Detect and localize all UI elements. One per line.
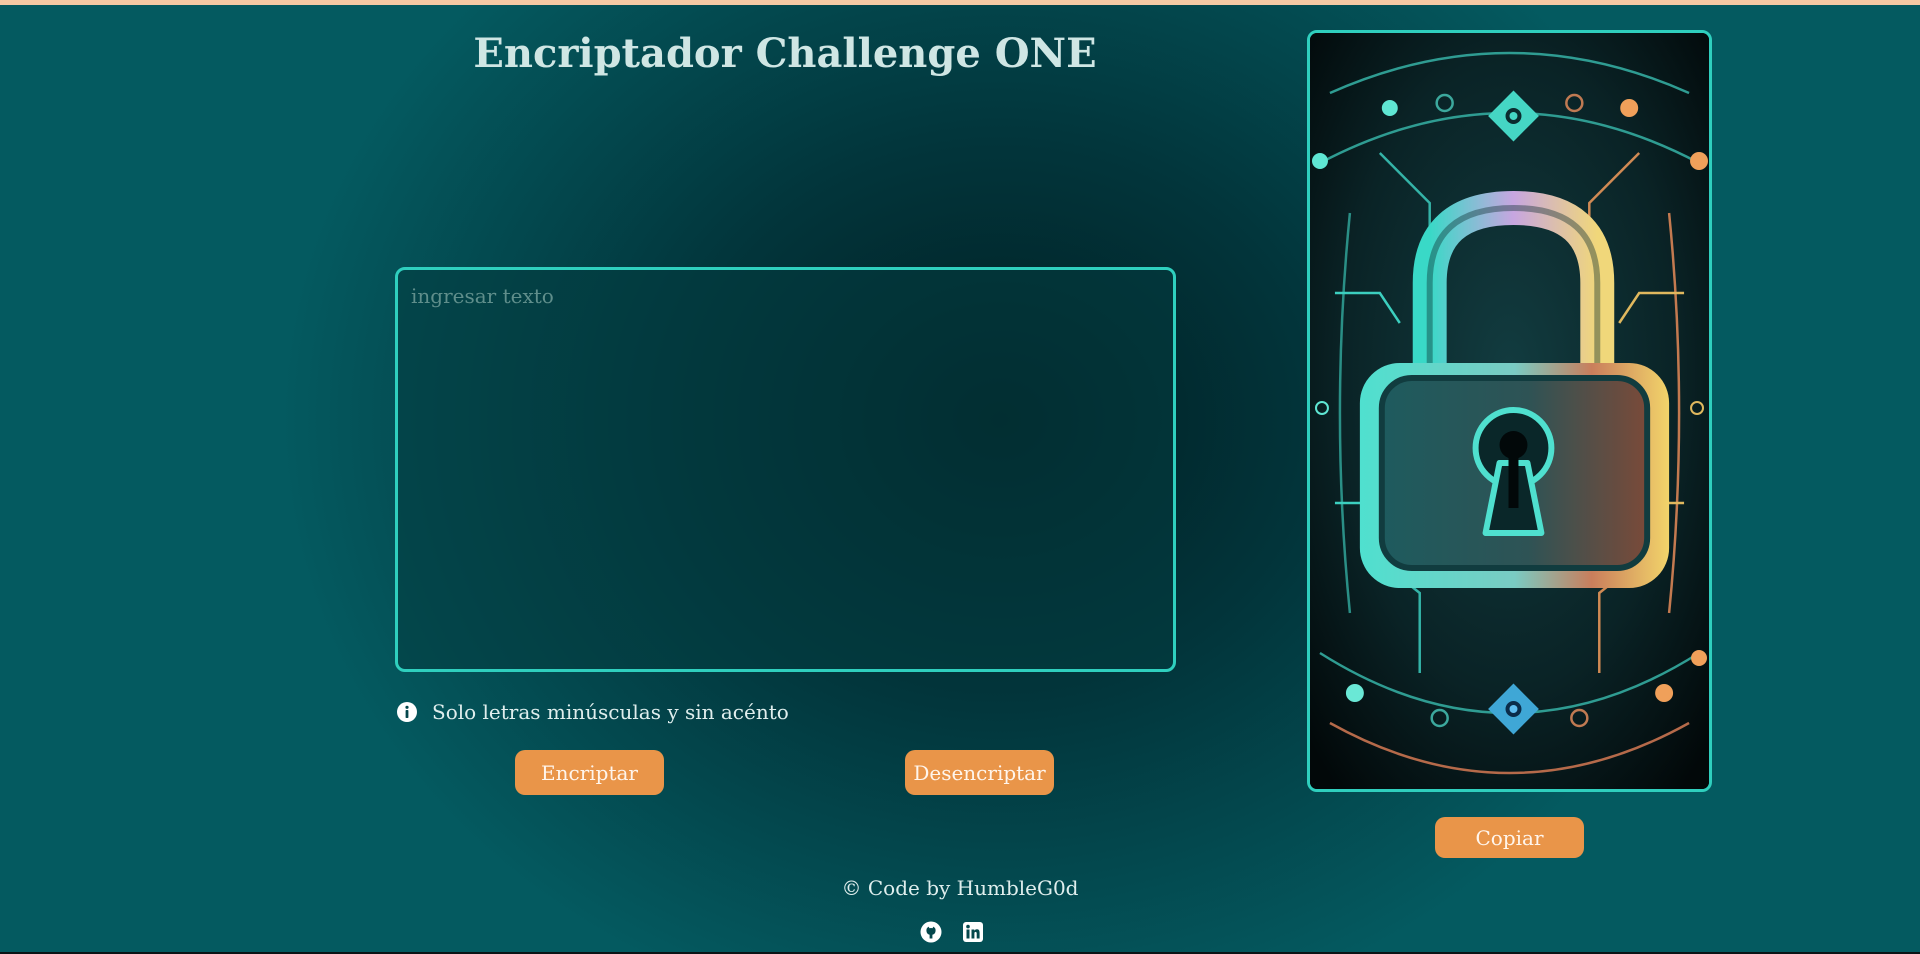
top-accent-strip [0,0,1920,5]
social-links [920,921,984,943]
github-link[interactable] [920,921,942,943]
linkedin-icon [963,922,983,942]
input-hint: Solo letras minúsculas y sin acénto [396,700,789,724]
page-title: Encriptador Challenge ONE [473,30,1097,77]
decrypt-button[interactable]: Desencriptar [905,750,1054,795]
linkedin-link[interactable] [962,921,984,943]
footer-credit: © Code by HumbleG0d [841,876,1079,900]
output-panel [1307,30,1712,792]
encrypt-button[interactable]: Encriptar [515,750,664,795]
padlock-circuit-illustration [1310,33,1709,789]
info-icon [397,702,417,722]
text-input[interactable] [395,267,1176,672]
hint-text: Solo letras minúsculas y sin acénto [432,700,789,724]
github-icon [920,921,942,943]
copy-button[interactable]: Copiar [1435,817,1584,858]
